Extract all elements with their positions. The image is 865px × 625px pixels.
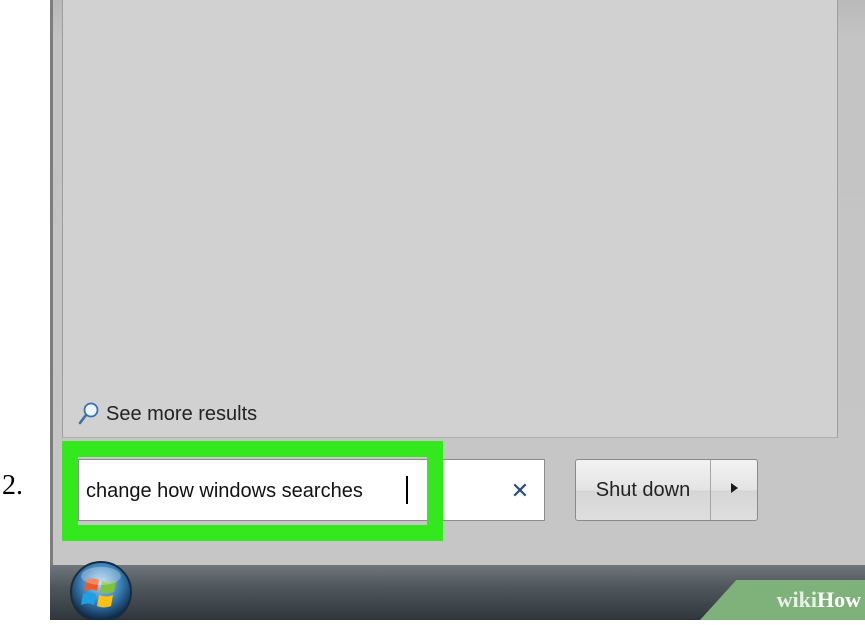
- clear-search-icon[interactable]: ✕: [508, 478, 532, 504]
- shutdown-button[interactable]: Shut down: [576, 460, 711, 520]
- highlight-box: [62, 441, 443, 541]
- watermark-wiki: wiki: [776, 587, 817, 612]
- see-more-results-link[interactable]: See more results: [78, 402, 257, 426]
- magnifier-icon: [78, 402, 100, 426]
- step-number: 2.: [2, 470, 23, 501]
- watermark-how: How: [817, 587, 861, 612]
- shutdown-options-button[interactable]: [711, 460, 757, 520]
- chevron-right-icon: [729, 481, 739, 499]
- see-more-results-label: See more results: [106, 402, 258, 425]
- shutdown-group: Shut down: [575, 459, 758, 521]
- windows-start-icon[interactable]: [66, 558, 136, 623]
- search-results-pane: [62, 0, 838, 438]
